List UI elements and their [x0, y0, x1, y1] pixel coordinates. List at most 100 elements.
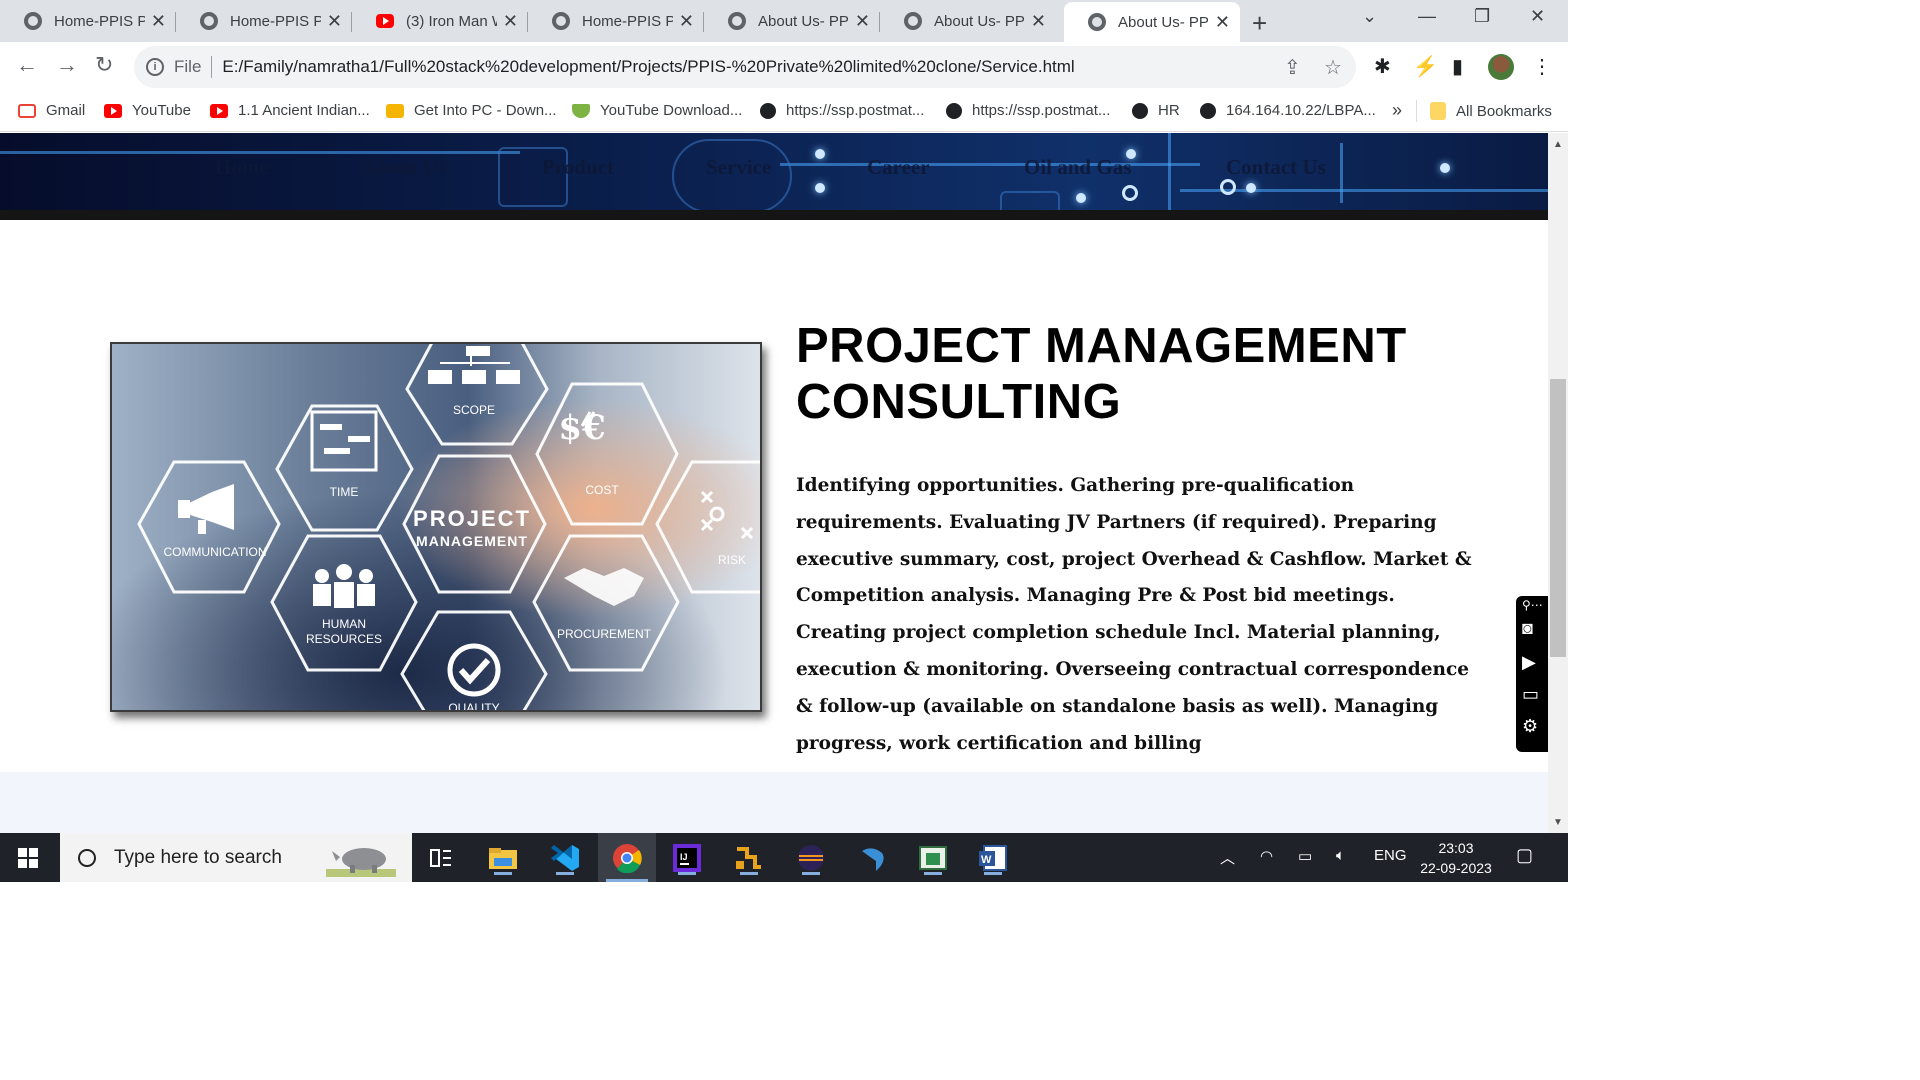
app-running-indicator [984, 872, 1002, 875]
close-icon[interactable]: ✕ [1031, 11, 1046, 32]
eclipse-icon[interactable] [794, 841, 828, 875]
bookmark-label: YouTube [132, 102, 191, 119]
restore-icon[interactable]: ❐ [1474, 6, 1490, 27]
tab-search-chevron-icon[interactable]: ⌄ [1362, 6, 1377, 27]
svg-text:IJ: IJ [680, 852, 688, 862]
header-banner: Home About Us Product Service Career Oil… [0, 133, 1548, 220]
close-icon[interactable]: ✕ [855, 11, 870, 32]
nav-oil-and-gas[interactable]: Oil and Gas [1024, 155, 1131, 180]
chrome-icon[interactable] [598, 833, 656, 882]
header-bottom-bar [0, 210, 1548, 220]
bookmark-getintopc[interactable]: Get Into PC - Down... [386, 102, 557, 119]
bookmark-all[interactable]: All Bookmarks [1430, 102, 1552, 120]
file-explorer-icon[interactable] [486, 841, 520, 875]
hex-center-line1: PROJECT [413, 506, 531, 531]
settings-gear-icon[interactable]: ⚙ [1522, 716, 1538, 737]
bookmark-youtube-download[interactable]: YouTube Download... [572, 102, 742, 119]
tab-home-3[interactable]: Home-PPIS Pvt ✕ [528, 0, 704, 42]
system-clock[interactable]: 23:03 22-09-2023 [1418, 838, 1494, 878]
git-tool-icon[interactable] [732, 841, 766, 875]
bookmark-hr[interactable]: HR [1132, 102, 1180, 119]
scroll-up-icon[interactable]: ▲ [1553, 139, 1563, 150]
vscode-icon[interactable] [548, 841, 582, 875]
close-icon[interactable]: ✕ [327, 11, 342, 32]
page-scrollbar[interactable]: ▲ ▼ [1548, 133, 1568, 833]
nav-home[interactable]: Home [215, 155, 269, 180]
bookmark-ssp-1[interactable]: https://ssp.postmat... [760, 102, 924, 119]
getintopc-icon [386, 103, 404, 118]
tab-about-2[interactable]: About Us- PPIS ✕ [880, 0, 1056, 42]
globe-icon [946, 102, 962, 119]
minimize-icon[interactable]: — [1418, 6, 1436, 27]
bookmark-ssp-2[interactable]: https://ssp.postmat... [946, 102, 1110, 119]
nav-about-us[interactable]: About Us [362, 155, 447, 180]
side-panel-icon[interactable]: ▮ [1452, 54, 1463, 79]
info-icon[interactable]: i [146, 58, 164, 76]
close-icon[interactable]: ✕ [1215, 12, 1230, 33]
language-indicator[interactable]: ENG [1374, 847, 1407, 864]
bookmark-label: 164.164.10.22/LBPA... [1226, 102, 1376, 119]
video-icon[interactable]: ▶ [1522, 652, 1536, 673]
bookmarks-more-icon[interactable]: » [1392, 100, 1402, 121]
battery-icon[interactable]: ▭ [1298, 847, 1312, 865]
tab-about-1[interactable]: About Us- PPIS ✕ [704, 0, 880, 42]
scrollbar-thumb[interactable] [1550, 379, 1566, 657]
share-icon[interactable]: ⇪ [1284, 55, 1301, 80]
address-bar[interactable]: i File E:/Family/namratha1/Full%20stack%… [134, 46, 1356, 88]
mysql-workbench-icon[interactable] [856, 841, 890, 875]
forward-arrow-icon[interactable]: → [56, 52, 78, 78]
tray-overflow-icon[interactable]: ︿ [1220, 847, 1235, 868]
close-icon[interactable]: ✕ [151, 11, 166, 32]
volume-icon[interactable]: 🔈︎ [1336, 847, 1345, 864]
tab-title: About Us- PPIS [758, 12, 849, 30]
page-viewport: Home About Us Product Service Career Oil… [0, 133, 1548, 833]
close-icon[interactable]: ✕ [679, 11, 694, 32]
globe-icon [24, 12, 42, 30]
notifications-icon[interactable]: ▢ [1516, 845, 1533, 866]
tab-title: Home-PPIS Pvt [54, 12, 145, 30]
wifi-icon[interactable]: ◠ [1260, 847, 1273, 865]
tab-youtube[interactable]: (3) Iron Man W ✕ [352, 0, 528, 42]
menu-kebab-icon[interactable]: ⋮ [1532, 54, 1552, 79]
nav-service[interactable]: Service [706, 155, 771, 180]
bookmark-youtube[interactable]: YouTube [104, 102, 191, 119]
tab-home-1[interactable]: Home-PPIS Pvt ✕ [0, 0, 176, 42]
circuit-trace [0, 151, 520, 154]
scroll-down-icon[interactable]: ▼ [1553, 817, 1563, 828]
bookmark-star-icon[interactable]: ☆ [1324, 55, 1342, 80]
hex-label-scope: SCOPE [453, 403, 495, 417]
profile-avatar[interactable] [1488, 54, 1514, 80]
tab-about-active[interactable]: About Us- PPIS ✕ [1064, 2, 1240, 42]
notepad-icon[interactable] [916, 841, 950, 875]
globe-icon [904, 12, 922, 30]
bookmark-gmail[interactable]: Gmail [18, 102, 85, 119]
bookmark-label: https://ssp.postmat... [972, 102, 1111, 119]
bookmark-ancient-indian[interactable]: 1.1 Ancient Indian... [210, 102, 370, 119]
tab-home-2[interactable]: Home-PPIS Pvt ✕ [176, 0, 352, 42]
window-close-icon[interactable]: ✕ [1530, 6, 1545, 27]
camera-icon[interactable]: ◙ [1522, 618, 1533, 639]
capture-pin-icon[interactable]: ⚲⋯ [1522, 598, 1543, 612]
taskbar-search[interactable]: Type here to search [60, 833, 412, 882]
globe-icon [200, 12, 218, 30]
bookmark-lbpa[interactable]: 164.164.10.22/LBPA... [1200, 102, 1376, 119]
nav-product[interactable]: Product [542, 155, 614, 180]
word-icon[interactable]: W [976, 841, 1010, 875]
nav-contact-us[interactable]: Contact Us [1226, 155, 1326, 180]
bookmark-label: Gmail [46, 102, 86, 119]
hex-label-time: TIME [330, 485, 359, 499]
extensions-icon[interactable]: ✱ [1374, 54, 1391, 79]
close-icon[interactable]: ✕ [503, 11, 518, 32]
address-url[interactable]: E:/Family/namratha1/Full%20stack%20devel… [222, 57, 1074, 77]
search-icon [74, 844, 100, 871]
hex-label-quality: QUALITY [448, 701, 499, 710]
back-arrow-icon[interactable]: ← [16, 52, 38, 78]
intellij-icon[interactable]: IJ [670, 841, 704, 875]
window-capture-icon[interactable]: ▭ [1522, 684, 1539, 705]
reload-icon[interactable]: ↻ [95, 52, 113, 78]
task-view-icon[interactable] [424, 841, 458, 875]
nav-career[interactable]: Career [867, 155, 930, 180]
new-tab-icon[interactable]: + [1252, 8, 1267, 39]
performance-icon[interactable]: ⚡ [1413, 54, 1438, 79]
windows-start-icon[interactable] [18, 848, 38, 868]
